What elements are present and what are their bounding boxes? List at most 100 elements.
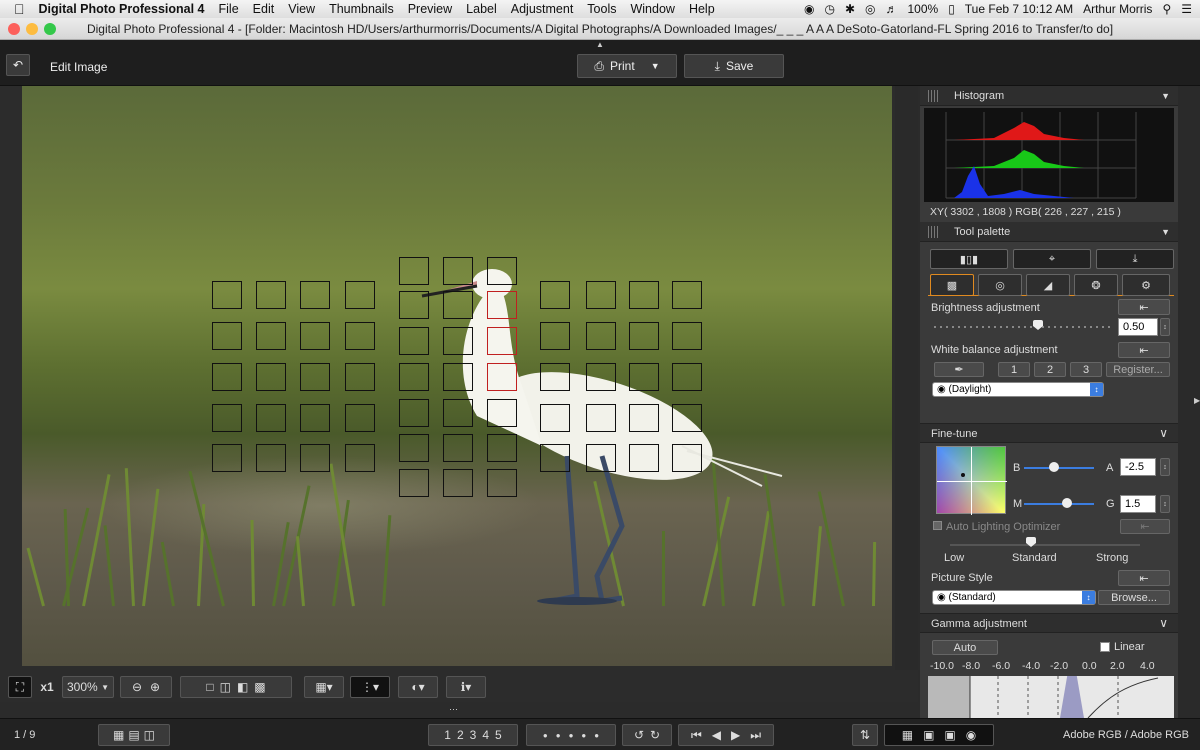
last-image-icon[interactable]: ⏭ xyxy=(750,728,761,743)
app-menu[interactable]: Digital Photo Professional 4 xyxy=(39,2,205,16)
thumbnail-strip-toggle-icon[interactable]: ⋯ xyxy=(449,704,458,715)
collapse-fine-tune-icon[interactable]: ∨ xyxy=(1159,426,1168,440)
expand-panel-icon[interactable]: ▶ xyxy=(1194,396,1200,405)
zoom-in-icon[interactable]: ⊕ xyxy=(150,680,160,694)
wb-preset-1[interactable]: 1 xyxy=(998,362,1030,377)
split-vertical-icon[interactable]: ◧ xyxy=(237,680,248,694)
image-icon[interactable]: ▣ xyxy=(923,728,934,742)
apple-menu-icon[interactable]:  xyxy=(14,1,25,17)
previous-image-icon[interactable]: ◀ xyxy=(712,728,721,742)
label-dot-1-icon[interactable]: ● xyxy=(543,731,548,740)
color-tab[interactable]: ❂ xyxy=(1074,274,1118,296)
zoom-multiplier[interactable]: x1 xyxy=(34,676,60,698)
fit-to-window-button[interactable]: ⛶ xyxy=(8,676,32,698)
picture-style-select[interactable]: ◉ (Standard) ↕ xyxy=(932,590,1096,605)
rating-2[interactable]: 2 xyxy=(457,728,464,742)
basic-adjust-tab[interactable]: ▮▯▮ xyxy=(930,249,1008,269)
image-viewer[interactable]: ▲ xyxy=(0,86,918,670)
stamp-tab[interactable]: ⤓ xyxy=(1096,249,1174,269)
split-horizontal-icon[interactable]: ◫ xyxy=(220,680,231,694)
brightness-stepper[interactable]: ↕ xyxy=(1160,318,1170,336)
wifi-icon[interactable]: ◎ xyxy=(865,2,875,16)
brightness-reset-button[interactable]: ⇤ xyxy=(1118,299,1170,315)
browse-button[interactable]: Browse... xyxy=(1098,590,1170,605)
label-dot-4-icon[interactable]: ● xyxy=(581,731,586,740)
photo-preview[interactable] xyxy=(22,86,892,666)
binoculars-icon[interactable]: ◉ xyxy=(804,2,814,16)
brightness-slider-thumb[interactable] xyxy=(1033,320,1043,330)
camera-icon[interactable]: ◉ xyxy=(966,728,976,742)
minimize-window-button[interactable] xyxy=(26,23,38,35)
zoom-out-icon[interactable]: ⊖ xyxy=(132,680,142,694)
spotlight-icon[interactable]: ⚲ xyxy=(1162,2,1171,16)
volume-icon[interactable]: ♬ xyxy=(885,2,897,16)
af-point-button[interactable]: ⋮▾ xyxy=(350,676,390,698)
menu-preview[interactable]: Preview xyxy=(408,2,452,16)
basic-image-tab[interactable]: ▩ xyxy=(930,274,974,296)
color-tune-marker[interactable] xyxy=(961,473,965,477)
back-button[interactable]: ↶ xyxy=(6,54,30,76)
grid-view-icon[interactable]: ▦ xyxy=(113,728,124,742)
info-button[interactable]: ℹ▾ xyxy=(446,676,486,698)
tool-palette-header[interactable]: Tool palette ▼ xyxy=(920,222,1178,242)
single-view-icon[interactable]: □ xyxy=(206,680,213,694)
filmstrip-view-icon[interactable]: ▤ xyxy=(128,728,139,742)
a-value-field[interactable]: -2.5 xyxy=(1120,458,1156,476)
drag-handle-icon[interactable] xyxy=(928,226,938,238)
alo-reset-button[interactable]: ⇤ xyxy=(1120,519,1170,534)
zoom-level-select[interactable]: 300% ▼ xyxy=(62,676,114,698)
menu-tools[interactable]: Tools xyxy=(587,2,616,16)
mg-slider-thumb[interactable] xyxy=(1062,498,1072,508)
gamma-header[interactable]: Gamma adjustment ∨ xyxy=(920,613,1178,633)
rating-5[interactable]: 5 xyxy=(495,728,502,742)
wb-preset-2[interactable]: 2 xyxy=(1034,362,1066,377)
next-image-icon[interactable]: ▶ xyxy=(731,728,740,742)
linear-checkbox[interactable] xyxy=(1100,642,1110,652)
settings-tab[interactable]: ⚙ xyxy=(1122,274,1170,296)
label-dot-5-icon[interactable]: ● xyxy=(594,731,599,740)
rating-3[interactable]: 3 xyxy=(470,728,477,742)
wb-reset-button[interactable]: ⇤ xyxy=(1118,342,1170,358)
sort-button[interactable]: ⇅ xyxy=(852,724,878,746)
clock[interactable]: Tue Feb 7 10:12 AM xyxy=(965,2,1073,16)
fine-tune-header[interactable]: Fine-tune ∨ xyxy=(920,423,1178,443)
rating-4[interactable]: 4 xyxy=(482,728,489,742)
drag-handle-icon[interactable] xyxy=(928,90,938,102)
menu-thumbnails[interactable]: Thumbnails xyxy=(329,2,394,16)
alo-checkbox[interactable] xyxy=(933,521,942,530)
collapse-histogram-icon[interactable]: ▼ xyxy=(1161,91,1170,101)
close-window-button[interactable] xyxy=(8,23,20,35)
menu-adjustment[interactable]: Adjustment xyxy=(511,2,574,16)
collapse-gamma-icon[interactable]: ∨ xyxy=(1159,616,1168,630)
wb-select[interactable]: ◉ (Daylight) ↕ xyxy=(932,382,1104,397)
menu-file[interactable]: File xyxy=(219,2,239,16)
wb-eyedropper-button[interactable]: ✒ xyxy=(934,362,984,377)
notification-center-icon[interactable]: ☰ xyxy=(1181,2,1192,16)
wb-preset-3[interactable]: 3 xyxy=(1070,362,1102,377)
tone-curve-tab[interactable]: ◢ xyxy=(1026,274,1070,296)
user-name[interactable]: Arthur Morris xyxy=(1083,2,1152,16)
label-dot-2-icon[interactable]: ● xyxy=(556,731,561,740)
gamma-auto-button[interactable]: Auto xyxy=(932,640,998,655)
bluetooth-icon[interactable]: ✱ xyxy=(845,2,855,16)
collapse-tool-palette-icon[interactable]: ▼ xyxy=(1161,227,1170,237)
first-image-icon[interactable]: ⏮ xyxy=(691,728,702,743)
histogram-header[interactable]: Histogram ▼ xyxy=(920,86,1178,106)
crop-view-icon[interactable]: ▣ xyxy=(944,728,955,742)
rotate-right-icon[interactable]: ↻ xyxy=(650,728,660,742)
grid-overlay-button[interactable]: ▦▾ xyxy=(304,676,344,698)
dropdown-arrow-icon[interactable]: ▼ xyxy=(651,61,660,71)
print-button[interactable]: ⎙ Print ▼ xyxy=(577,54,677,78)
menu-edit[interactable]: Edit xyxy=(253,2,275,16)
register-button[interactable]: Register... xyxy=(1106,362,1170,377)
mg-slider[interactable] xyxy=(1024,503,1094,505)
menu-window[interactable]: Window xyxy=(630,2,674,16)
layout-icon[interactable]: ▦ xyxy=(902,728,913,742)
rating-1[interactable]: 1 xyxy=(444,728,451,742)
compare-icon[interactable]: ▩ xyxy=(254,680,265,694)
brightness-value-field[interactable]: 0.50 xyxy=(1118,318,1158,336)
battery-icon[interactable]: ▯ xyxy=(948,2,955,16)
menu-label[interactable]: Label xyxy=(466,2,497,16)
picture-style-reset-button[interactable]: ⇤ xyxy=(1118,570,1170,586)
alo-slider[interactable] xyxy=(950,544,1140,546)
